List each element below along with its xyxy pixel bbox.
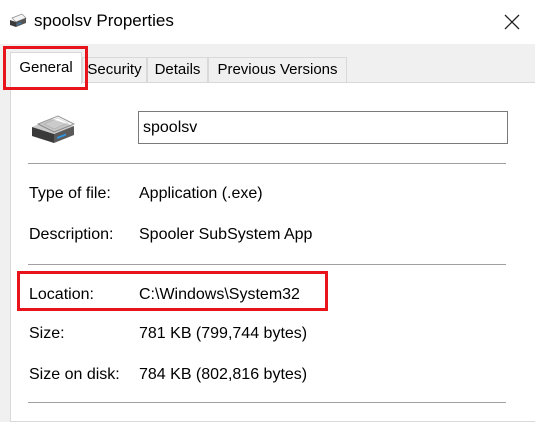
divider xyxy=(28,402,506,403)
close-button[interactable] xyxy=(489,0,535,44)
title-bar: spoolsv Properties xyxy=(0,0,535,44)
size-value: 781 KB (799,744 bytes) xyxy=(139,325,308,342)
tab-security[interactable]: Security xyxy=(82,57,147,82)
divider xyxy=(28,163,506,164)
file-name-field[interactable] xyxy=(138,111,508,144)
printer-icon xyxy=(32,115,76,143)
type-of-file-label: Type of file: xyxy=(29,185,111,202)
size-on-disk-value: 784 KB (802,816 bytes) xyxy=(139,366,308,383)
description-value: Spooler SubSystem App xyxy=(139,226,313,243)
tab-general[interactable]: General xyxy=(10,52,82,84)
size-label: Size: xyxy=(29,325,65,342)
size-on-disk-label: Size on disk: xyxy=(29,366,120,383)
description-label: Description: xyxy=(29,226,114,243)
type-of-file-value: Application (.exe) xyxy=(139,185,263,202)
location-value: C:\Windows\System32 xyxy=(139,286,300,303)
tab-details[interactable]: Details xyxy=(147,57,208,82)
window-title: spoolsv Properties xyxy=(34,11,174,30)
divider xyxy=(28,264,506,265)
location-label: Location: xyxy=(29,286,94,303)
close-icon xyxy=(504,14,520,30)
printer-icon xyxy=(10,13,27,27)
tab-previous-versions[interactable]: Previous Versions xyxy=(208,57,347,82)
